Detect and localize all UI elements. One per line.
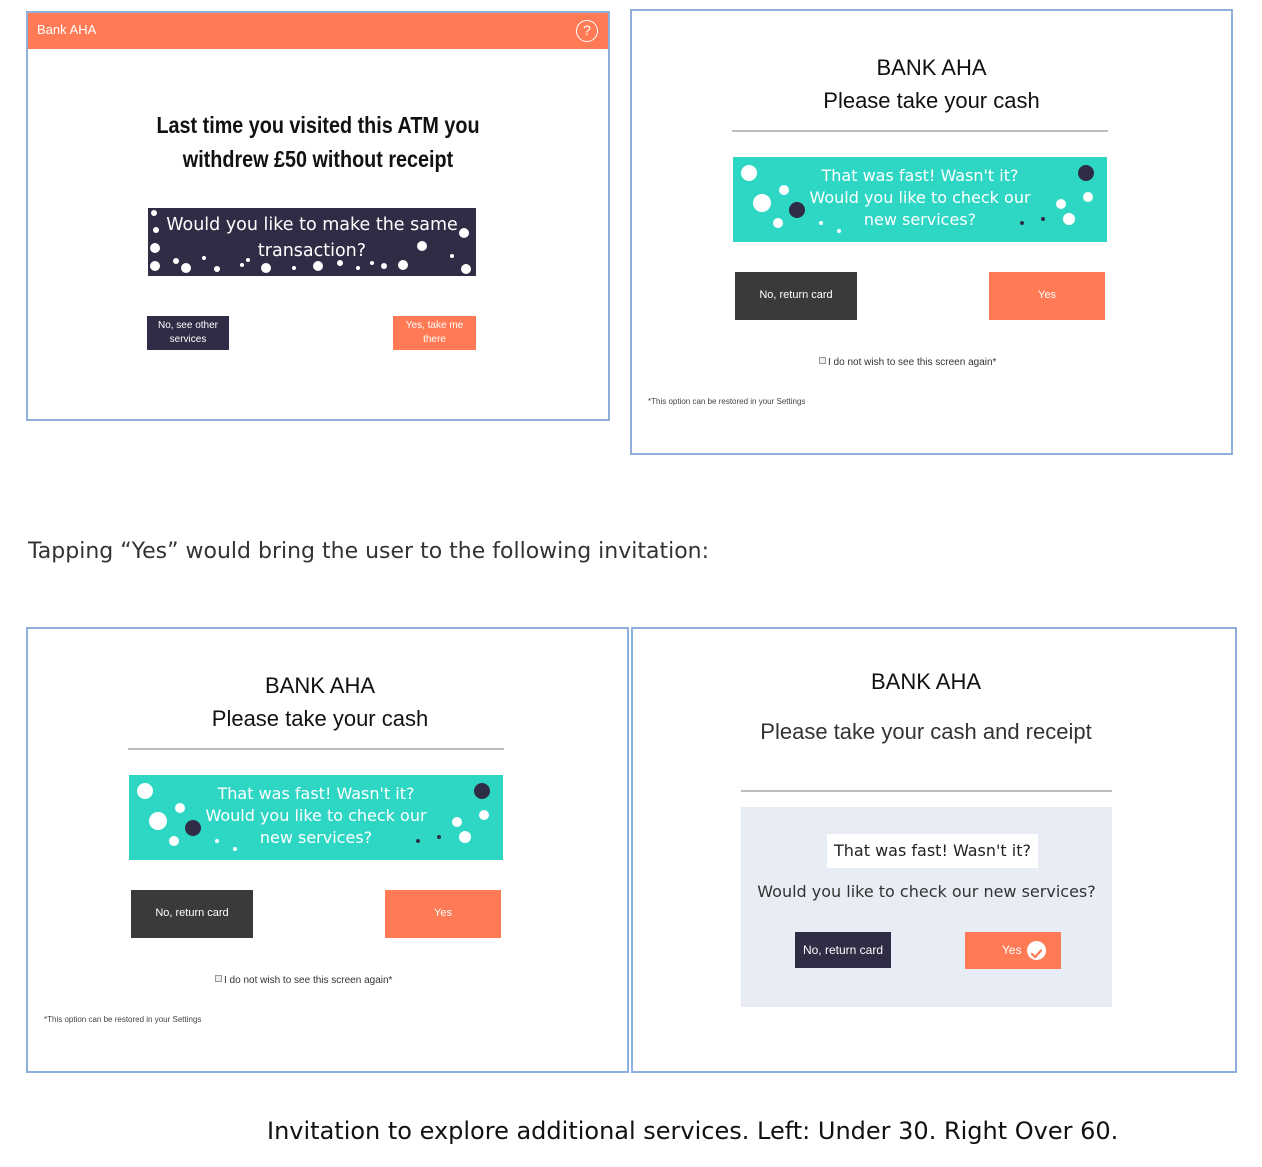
yes-button[interactable]: Yes [385, 890, 501, 938]
promo-banner[interactable]: That was fast! Wasn't it? Would you like… [129, 775, 503, 860]
promo-line-2: Would you like to check our [809, 188, 1031, 207]
no-button-line-2: services [169, 334, 207, 345]
take-me-there-button[interactable]: Yes, take me there [393, 316, 476, 350]
middle-caption: Tapping “Yes” would bring the user to th… [28, 539, 710, 564]
dont-show-again-row[interactable]: I do not wish to see this screen again* [819, 357, 996, 368]
atm-screen-under-30: BANK AHA Please take your cash That was … [26, 627, 629, 1073]
promo-line-1: That was fast! Wasn't it? [217, 784, 415, 803]
bottom-caption: Invitation to explore additional service… [267, 1117, 1119, 1145]
headline-line-1: Last time you visited this ATM you [156, 112, 480, 138]
promo-message: That was fast! Wasn't it? Would you like… [733, 165, 1107, 231]
return-card-button[interactable]: No, return card [795, 932, 891, 968]
question-line-1: Would you like to make the same [166, 215, 458, 235]
promo-line-1: That was fast! Wasn't it? [821, 166, 1019, 185]
atm-screen-over-60: BANK AHA Please take your cash and recei… [631, 627, 1237, 1073]
dont-show-again-label: I do not wish to see this screen again* [224, 975, 393, 986]
promo-pill: That was fast! Wasn't it? [827, 834, 1038, 868]
headline: Last time you visited this ATM you withd… [146, 108, 490, 176]
promo-line-3: new services? [863, 210, 977, 229]
yes-button[interactable]: Yes [989, 272, 1105, 320]
screen-title: BANK AHA [876, 55, 987, 80]
checkmark-circle-icon [1027, 941, 1046, 960]
divider [741, 790, 1112, 792]
yes-button-line-1: Yes, take me [405, 320, 464, 331]
repeat-question: Would you like to make the same transact… [148, 212, 476, 264]
repeat-transaction-banner: Would you like to make the same transact… [148, 208, 476, 276]
divider [732, 130, 1108, 132]
yes-button-label: Yes [1002, 943, 1022, 957]
return-card-button[interactable]: No, return card [131, 890, 253, 938]
screen-title: BANK AHA [264, 673, 376, 698]
question-line-2: transaction? [257, 241, 367, 261]
yes-button[interactable]: Yes [965, 932, 1061, 969]
screen-subtitle: Please take your cash [211, 706, 429, 731]
top-bar [28, 13, 608, 49]
promo-banner[interactable]: That was fast! Wasn't it? Would you like… [733, 157, 1107, 242]
promo-line-2: Would you like to check our [205, 806, 427, 825]
atm-screen-last-transaction: Bank AHA ? Last time you visited this AT… [26, 11, 610, 421]
screen-subtitle: Please take your cash and receipt [760, 719, 1092, 744]
promo-message: That was fast! Wasn't it? Would you like… [129, 783, 503, 849]
brand-label: Bank AHA [37, 22, 97, 37]
divider [128, 748, 504, 750]
headline-line-2: withdrew £50 without receipt [182, 146, 454, 172]
dont-show-again-checkbox[interactable] [819, 357, 826, 364]
dont-show-again-label: I do not wish to see this screen again* [828, 357, 997, 368]
settings-footnote: *This option can be restored in your Set… [648, 397, 806, 406]
question-circle-icon[interactable]: ? [576, 20, 598, 42]
dont-show-again-row[interactable]: I do not wish to see this screen again* [215, 975, 392, 986]
return-card-button[interactable]: No, return card [735, 272, 857, 320]
promo-question: Would you like to check our new services… [757, 882, 1096, 901]
yes-button-line-2: there [423, 334, 446, 345]
settings-footnote: *This option can be restored in your Set… [44, 1015, 202, 1024]
screen-title: BANK AHA [870, 669, 982, 694]
promo-line-3: new services? [259, 828, 373, 847]
atm-screen-take-cash: BANK AHA Please take your cash That was … [630, 9, 1233, 455]
no-button-line-1: No, see other [157, 320, 219, 331]
see-other-services-button[interactable]: No, see other services [147, 316, 229, 350]
dont-show-again-checkbox[interactable] [215, 975, 222, 982]
screen-subtitle: Please take your cash [823, 88, 1040, 113]
